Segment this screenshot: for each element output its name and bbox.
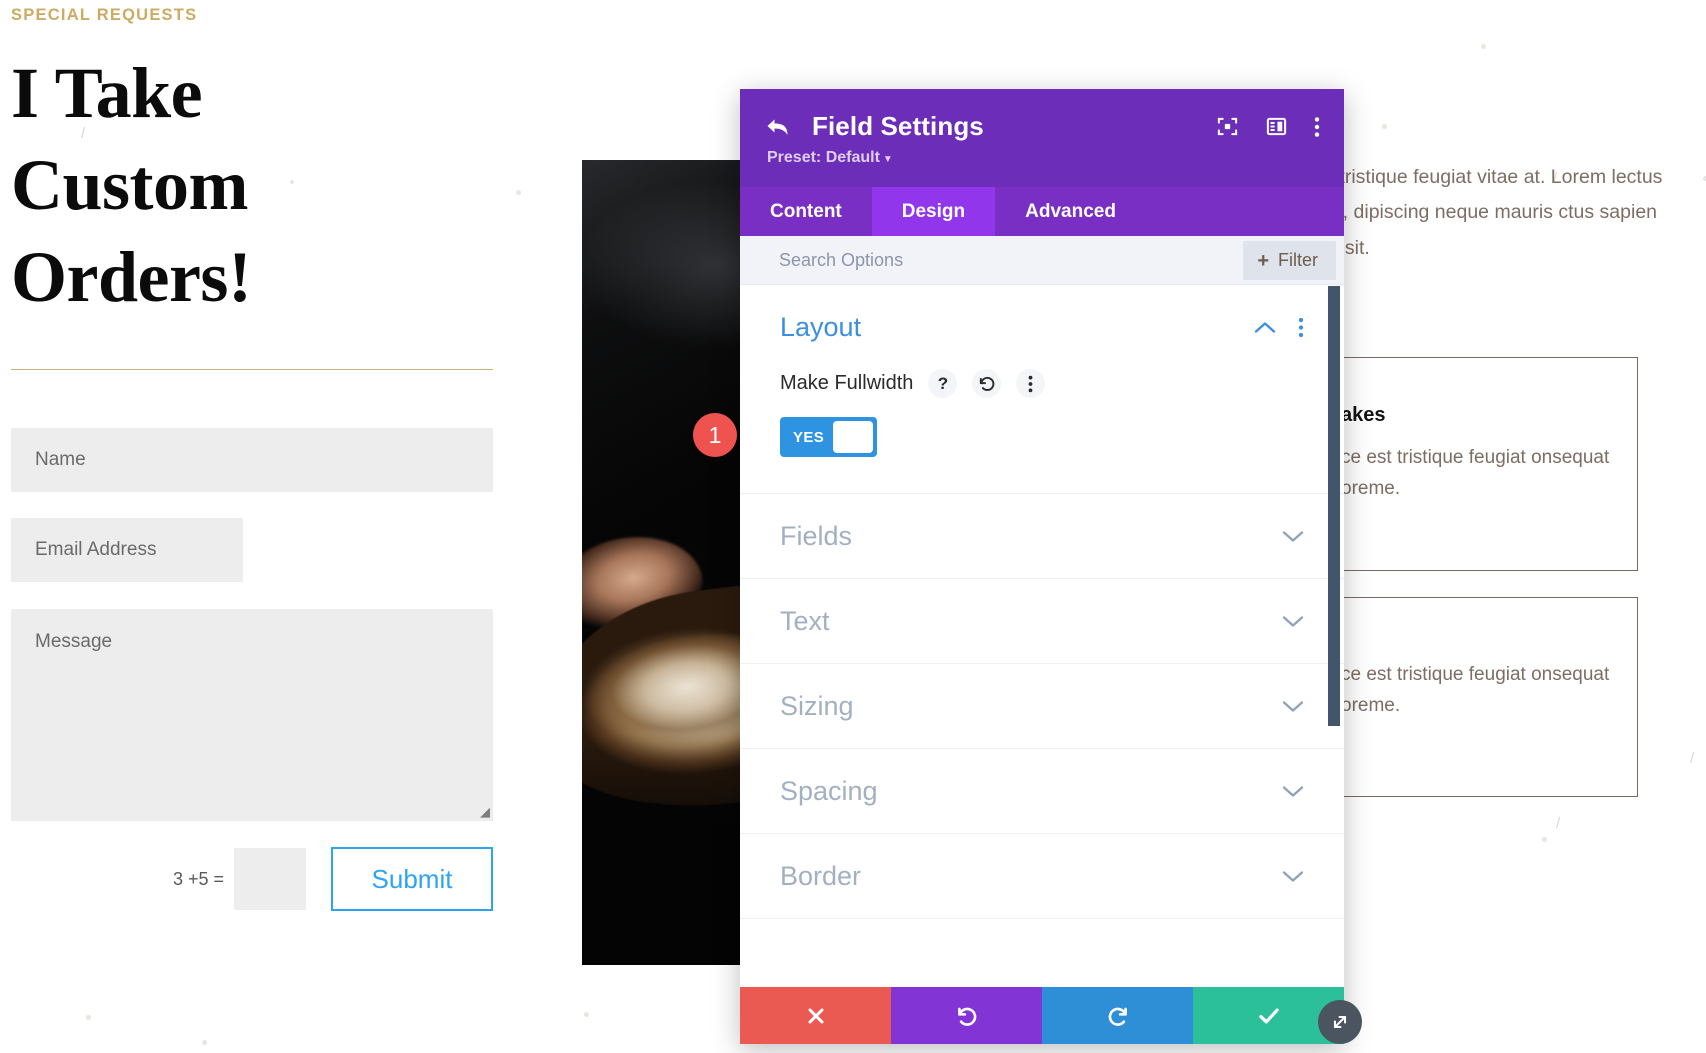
name-placeholder: Name [35,449,86,471]
contact-section: SPECIAL REQUESTS I Take Custom Orders! N… [11,0,511,912]
email-placeholder: Email Address [35,539,157,561]
search-input[interactable]: Search Options [779,250,903,271]
layout-panel-icon[interactable] [1265,115,1288,138]
modal-header: Field Settings Preset: Default ▼ [740,89,1344,187]
modal-header-icons [1216,115,1320,138]
section-text-title: Text [780,605,830,636]
decor-slash: / [1690,750,1695,767]
section-sizing: Sizing [740,664,1344,749]
decor-speck [86,1015,91,1020]
search-options-bar: Search Options + Filter [740,236,1344,285]
chevron-down-icon[interactable] [1282,530,1304,543]
annotation-badge-1: 1 [693,413,737,457]
section-spacing-title: Spacing [780,775,878,806]
section-border-header[interactable]: Border [780,834,1304,918]
section-layout-header[interactable]: Layout [780,285,1304,369]
chevron-down-icon: ▼ [882,154,893,165]
section-kebab-icon[interactable] [1298,317,1304,338]
name-input[interactable]: Name [11,428,493,493]
tab-content[interactable]: Content [740,187,872,236]
make-fullwidth-label: Make Fullwidth [780,372,914,394]
chevron-down-icon[interactable] [1282,870,1304,883]
plus-icon: + [1257,249,1269,272]
page-title: I Take Custom Orders! [11,53,252,318]
filter-label: Filter [1278,250,1318,270]
option-kebab-icon[interactable] [1016,369,1046,398]
modal-tabs: Content Design Advanced [740,187,1344,236]
section-sizing-header[interactable]: Sizing [780,664,1304,748]
divider [11,369,493,371]
eyebrow-label: SPECIAL REQUESTS [11,6,198,24]
chevron-down-icon[interactable] [1282,615,1304,628]
help-icon[interactable]: ? [928,369,958,398]
make-fullwidth-toggle[interactable]: YES [780,417,877,457]
section-fields-header[interactable]: Fields [780,494,1304,578]
section-text: Text [740,579,1344,664]
section-fields-title: Fields [780,520,853,551]
feature-card-body: ce est tristique feugiat onsequat oreme. [1341,447,1610,499]
filter-button[interactable]: + Filter [1243,241,1336,280]
chevron-down-icon[interactable] [1282,785,1304,798]
email-input[interactable]: Email Address [11,518,243,583]
feature-card-title: akes [1341,404,1386,426]
message-placeholder: Message [35,631,113,653]
section-border: Border [740,834,1344,919]
captcha-row: 3 +5 = Submit [11,847,493,912]
undo-button[interactable] [891,987,1042,1044]
submit-button[interactable]: Submit [331,847,493,912]
field-settings-modal: Field Settings Preset: Default ▼ Content… [740,89,1344,1044]
decor-speck [202,1040,207,1045]
decor-slash: / [1556,815,1561,832]
cancel-button[interactable] [740,987,891,1044]
section-layout: Layout Make Fullwidth ? YES [740,285,1344,494]
modal-footer [740,987,1344,1044]
decor-speck [584,1012,589,1017]
textarea-resize-grip[interactable]: ◢ [476,805,490,819]
kebab-menu-icon[interactable] [1314,116,1320,138]
decor-speck [1481,44,1486,49]
decor-speck [1542,837,1547,842]
section-fields: Fields [740,494,1344,579]
redo-button[interactable] [1042,987,1193,1044]
modal-title: Field Settings [812,111,984,141]
decor-speck [1382,124,1387,129]
section-spacing-header[interactable]: Spacing [780,749,1304,833]
modal-body: Layout Make Fullwidth ? YES Fields Text … [740,285,1344,987]
captcha-question: 3 +5 = [172,868,224,889]
section-layout-title: Layout [780,311,862,342]
feature-card-body: ce est tristique feugiat onsequat oreme. [1341,664,1610,716]
chevron-up-icon[interactable] [1254,321,1276,334]
chevron-down-icon[interactable] [1282,700,1304,713]
toggle-value: YES [793,428,825,446]
tab-advanced[interactable]: Advanced [995,187,1146,236]
section-spacing: Spacing [740,749,1344,834]
focus-target-icon[interactable] [1216,115,1239,138]
make-fullwidth-row: Make Fullwidth ? [780,369,1304,398]
decor-speck [516,190,521,195]
section-sizing-title: Sizing [780,690,854,721]
modal-scrollbar[interactable] [1328,286,1340,726]
section-border-title: Border [780,860,862,891]
lorem-paragraph: est tristique feugiat vitae at. Lorem le… [1308,166,1663,259]
back-arrow-icon[interactable] [764,115,792,139]
modal-resize-handle[interactable] [1318,1000,1362,1044]
contact-form: Name Email Address Message ◢ 3 +5 = Subm… [11,428,511,912]
page-root: / / / / SPECIAL REQUESTS I Take Custom O… [0,0,1706,1053]
toggle-knob [833,421,873,453]
preset-label: Preset: Default [767,149,880,166]
section-layout-content: Make Fullwidth ? YES [780,369,1304,493]
section-text-header[interactable]: Text [780,579,1304,663]
preset-selector[interactable]: Preset: Default ▼ [767,149,1320,167]
undo-reset-icon[interactable] [972,369,1002,398]
captcha-input[interactable] [234,848,306,911]
tab-design[interactable]: Design [871,187,996,236]
message-textarea[interactable]: Message ◢ [11,609,493,822]
